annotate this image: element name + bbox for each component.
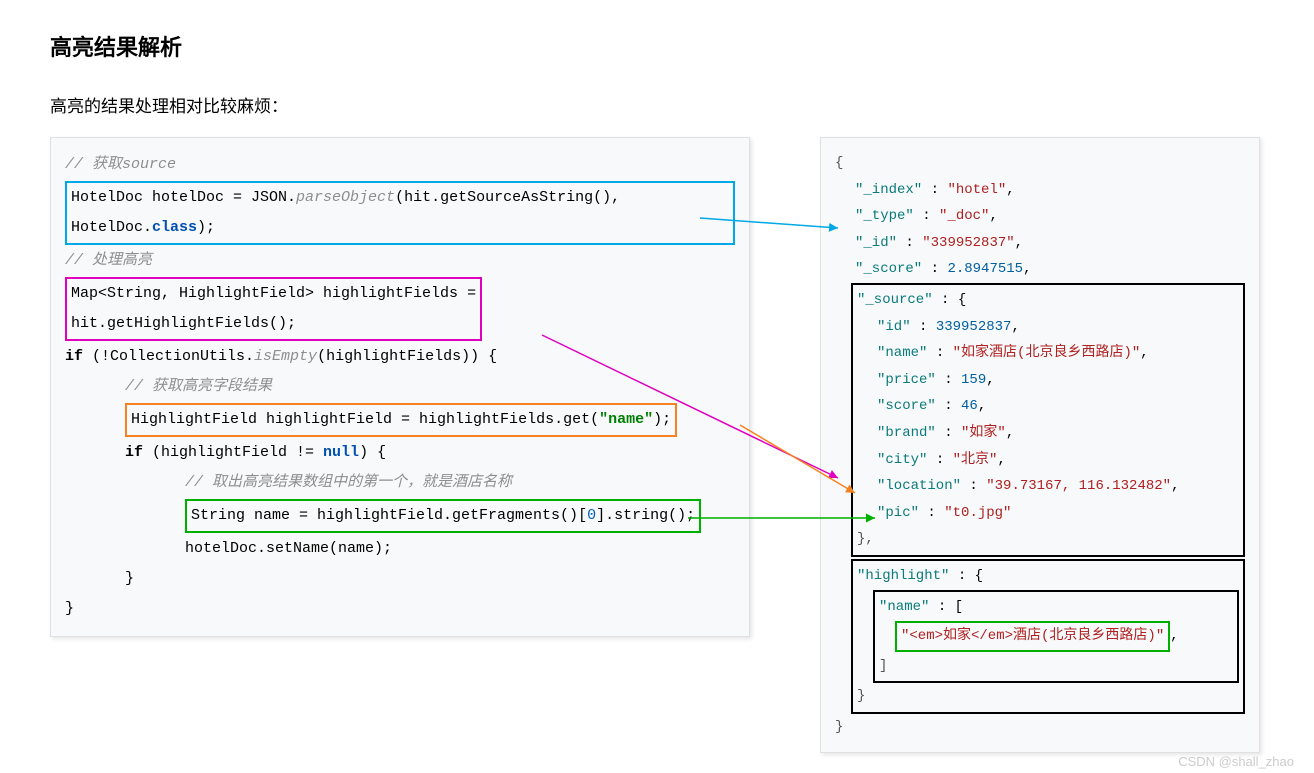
json-value: "hotel" (947, 182, 1006, 198)
json-value: "39.73167, 116.132482" (986, 478, 1171, 494)
java-comment: // 取出高亮结果数组中的第一个，就是酒店名称 (185, 474, 512, 491)
intro-text: 高亮的结果处理相对比较麻烦： (50, 92, 1264, 117)
json-brace: ] (879, 653, 1233, 680)
code-number: 0 (587, 507, 596, 524)
json-value: 46 (961, 398, 978, 414)
json-highlight-box: "highlight" : { "name" : [ "<em>如家</em>酒… (851, 559, 1245, 714)
code-line: Map<String, HighlightField> highlightFie… (71, 279, 476, 309)
json-value: 2.8947515 (947, 261, 1023, 277)
code-line: ); (197, 219, 215, 236)
code-line: hotelDoc.setName(name); (65, 534, 735, 564)
code-line: (!CollectionUtils. (83, 348, 254, 365)
section-heading: 高亮结果解析 (50, 30, 1264, 62)
code-string: "name" (599, 411, 653, 428)
json-value: "如家" (961, 425, 1006, 441)
json-value: "_doc" (939, 208, 989, 224)
code-keyword: null (323, 444, 359, 461)
json-value: "339952837" (922, 235, 1014, 251)
json-key: "id" (877, 319, 911, 335)
json-key: "pic" (877, 505, 919, 521)
code-line: (hit.getSourceAsString(), (395, 189, 620, 206)
json-value: "<em>如家</em>酒店(北京良乡西路店)" (901, 628, 1164, 644)
json-key: "score" (877, 398, 936, 414)
box-source: HotelDoc hotelDoc = JSON.parseObject(hit… (65, 181, 735, 245)
json-fragment-box: "<em>如家</em>酒店(北京良乡西路店)" (895, 621, 1170, 652)
json-brace: { (835, 150, 1245, 177)
code-line: ].string(); (596, 507, 695, 524)
json-key: "name" (879, 599, 929, 615)
json-value: "t0.jpg" (944, 505, 1011, 521)
json-key: "_index" (855, 182, 922, 198)
code-line: HighlightField highlightField = highligh… (131, 411, 599, 428)
code-line: hit.getHighlightFields(); (71, 309, 476, 339)
code-keyword: class (152, 219, 197, 236)
java-comment: // 获取source (65, 156, 176, 173)
json-key: "brand" (877, 425, 936, 441)
json-value: "如家酒店(北京良乡西路店)" (953, 345, 1141, 361)
code-line: ); (653, 411, 671, 428)
code-method: isEmpty (254, 348, 317, 365)
box-highlight-map: Map<String, HighlightField> highlightFie… (65, 277, 482, 341)
code-line: } (65, 594, 735, 624)
json-key: "name" (877, 345, 927, 361)
json-key: "_type" (855, 208, 914, 224)
code-line: (highlightFields)) { (317, 348, 497, 365)
code-keyword: if (125, 444, 143, 461)
code-keyword: if (65, 348, 83, 365)
code-line: HotelDoc hotelDoc = JSON. (71, 189, 296, 206)
json-key: "_source" (857, 292, 933, 308)
json-block: { "_index" : "hotel", "_type" : "_doc", … (820, 137, 1260, 753)
json-key: "highlight" (857, 568, 949, 584)
json-brace: }, (857, 526, 1239, 553)
json-key: "_score" (855, 261, 922, 277)
code-line: ) { (359, 444, 386, 461)
java-comment: // 获取高亮字段结果 (125, 378, 272, 395)
json-key: "location" (877, 478, 961, 494)
json-key: "price" (877, 372, 936, 388)
content-row: // 获取source HotelDoc hotelDoc = JSON.par… (50, 137, 1264, 753)
code-line: HotelDoc. (71, 219, 152, 236)
json-source-box: "_source" : { "id" : 339952837, "name" :… (851, 283, 1245, 557)
json-value: "北京" (953, 452, 998, 468)
java-code-block: // 获取source HotelDoc hotelDoc = JSON.par… (50, 137, 750, 637)
box-get-field: HighlightField highlightField = highligh… (125, 403, 677, 437)
code-line: } (65, 564, 735, 594)
code-line: (highlightField != (143, 444, 323, 461)
code-method: parseObject (296, 189, 395, 206)
json-brace: } (857, 683, 1239, 710)
java-comment: // 处理高亮 (65, 252, 152, 269)
json-value: 339952837 (936, 319, 1012, 335)
json-key: "_id" (855, 235, 897, 251)
code-line: String name = highlightField.getFragment… (191, 507, 587, 524)
json-value: 159 (961, 372, 986, 388)
watermark: CSDN @shall_zhao (1178, 754, 1294, 769)
json-brace: } (835, 714, 1245, 741)
box-fragment: String name = highlightField.getFragment… (185, 499, 701, 533)
json-name-box: "name" : [ "<em>如家</em>酒店(北京良乡西路店)" , ] (873, 590, 1239, 684)
json-key: "city" (877, 452, 927, 468)
